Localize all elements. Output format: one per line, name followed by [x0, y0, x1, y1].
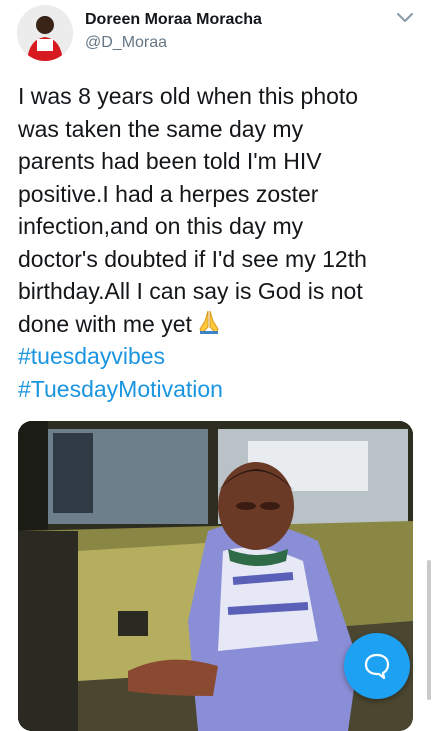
tweet-text-line: positive.I had a herpes zoster — [18, 180, 319, 207]
chevron-down-icon[interactable] — [396, 11, 414, 25]
tweet-text-last-line: done with me yet — [18, 308, 423, 341]
author-handle[interactable]: @D_Moraa — [85, 34, 167, 52]
tweet-text: I was 8 years old when this photo was ta… — [18, 80, 423, 405]
tweet-text-line: infection,and on this day my — [18, 213, 304, 239]
compose-reply-button[interactable] — [344, 633, 410, 699]
tweet-text-line: doctor's doubted if I'd see my 12th — [18, 245, 367, 272]
tweet-text-line: I was 8 years old when this photo — [18, 83, 359, 109]
tweet-text-line: birthday.All I can say is God is not — [18, 278, 363, 304]
avatar-image — [17, 5, 73, 61]
hashtag-link[interactable]: #TuesdayMotivation — [18, 373, 423, 406]
avatar[interactable] — [17, 5, 73, 61]
tweet-text-line: done with me yet — [18, 310, 192, 337]
author-name[interactable]: Doreen Moraa Moracha — [85, 11, 262, 29]
scrollbar[interactable] — [427, 560, 431, 700]
hashtag-link[interactable]: #tuesdayvibes — [18, 340, 423, 373]
tweet-text-line: was taken the same day my — [18, 115, 304, 142]
speech-bubble-icon — [364, 653, 390, 680]
tweet-text-line: parents had been told I'm HIV — [18, 148, 322, 174]
folded-hands-icon — [199, 310, 219, 334]
